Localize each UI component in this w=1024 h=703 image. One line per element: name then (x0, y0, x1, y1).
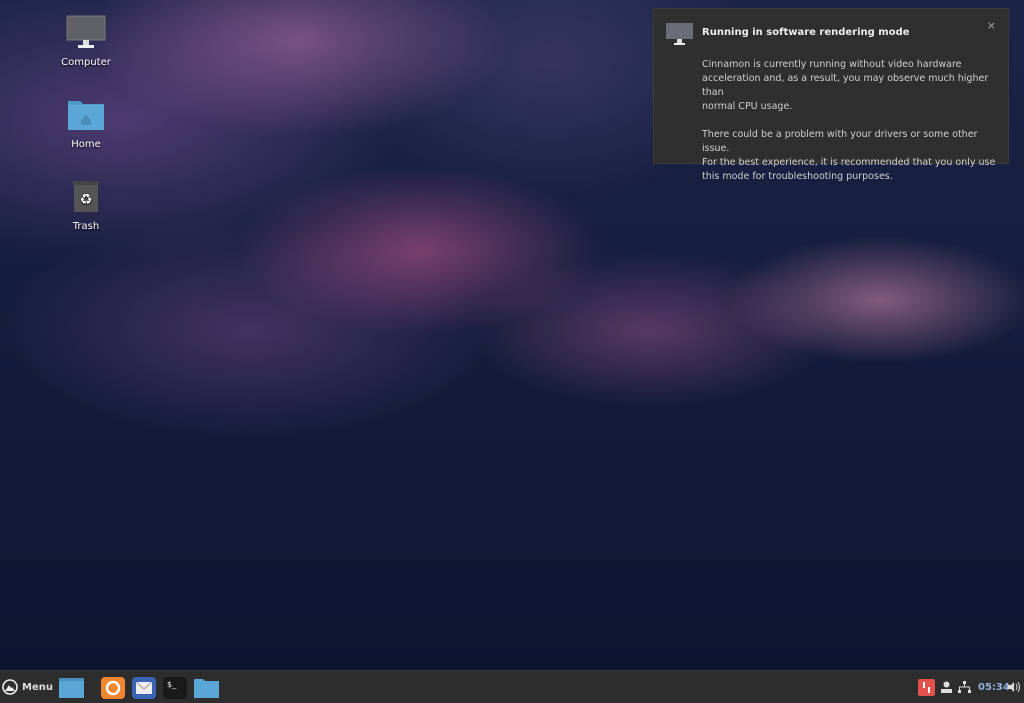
notification-title: Running in software rendering mode (702, 27, 910, 38)
svg-text:♻: ♻ (80, 192, 93, 208)
show-desktop-icon[interactable] (59, 677, 84, 699)
clock[interactable]: 05:34 (978, 682, 1010, 693)
update-alert-icon[interactable] (918, 679, 935, 696)
desktop-icon-label: Trash (72, 221, 100, 232)
notification-body: Cinnamon is currently running without vi… (702, 59, 996, 182)
firefox-icon[interactable] (101, 677, 125, 699)
notification-popup[interactable]: Running in software rendering mode Cinna… (653, 8, 1009, 182)
trash-icon: ♻ (73, 181, 99, 212)
desktop-icon-home[interactable]: Home (56, 98, 116, 150)
terminal-icon[interactable]: $_ (163, 677, 187, 699)
mail-icon[interactable] (132, 677, 156, 699)
volume-icon[interactable] (1008, 681, 1020, 693)
close-button[interactable]: × (987, 19, 996, 33)
display-icon (666, 23, 693, 45)
network-icon[interactable] (958, 681, 971, 693)
desktop-icon-trash[interactable]: ♻ Trash (56, 180, 116, 232)
user-icon[interactable] (941, 681, 952, 693)
cinnamon-logo-icon (2, 679, 18, 695)
computer-icon (66, 15, 106, 48)
menu-label: Menu (22, 681, 53, 693)
svg-text:$_: $_ (167, 680, 177, 689)
taskbar: Menu $_ 05:34 (0, 670, 1024, 703)
home-folder-icon (68, 101, 104, 130)
desktop-icon-label: Computer (61, 57, 111, 68)
desktop-icon-computer[interactable]: Computer (56, 14, 116, 68)
files-icon[interactable] (194, 677, 219, 699)
menu-button[interactable]: Menu (2, 679, 53, 695)
desktop-icon-label: Home (71, 139, 101, 150)
